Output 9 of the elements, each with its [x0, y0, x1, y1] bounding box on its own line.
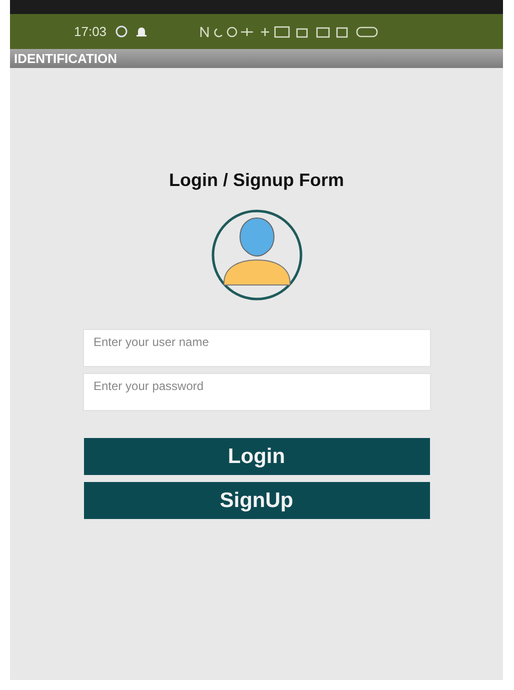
- signup-button[interactable]: SignUp: [84, 482, 430, 519]
- app-title: IDENTIFICATION: [14, 51, 118, 66]
- bell-icon: [136, 26, 147, 38]
- status-time: 17:03: [74, 24, 107, 39]
- form-title: Login / Signup Form: [169, 170, 344, 191]
- username-field[interactable]: Enter your user name: [82, 329, 430, 367]
- password-field[interactable]: Enter your password: [82, 373, 430, 411]
- chat-icon: [114, 25, 128, 38]
- login-button[interactable]: Login: [84, 438, 430, 475]
